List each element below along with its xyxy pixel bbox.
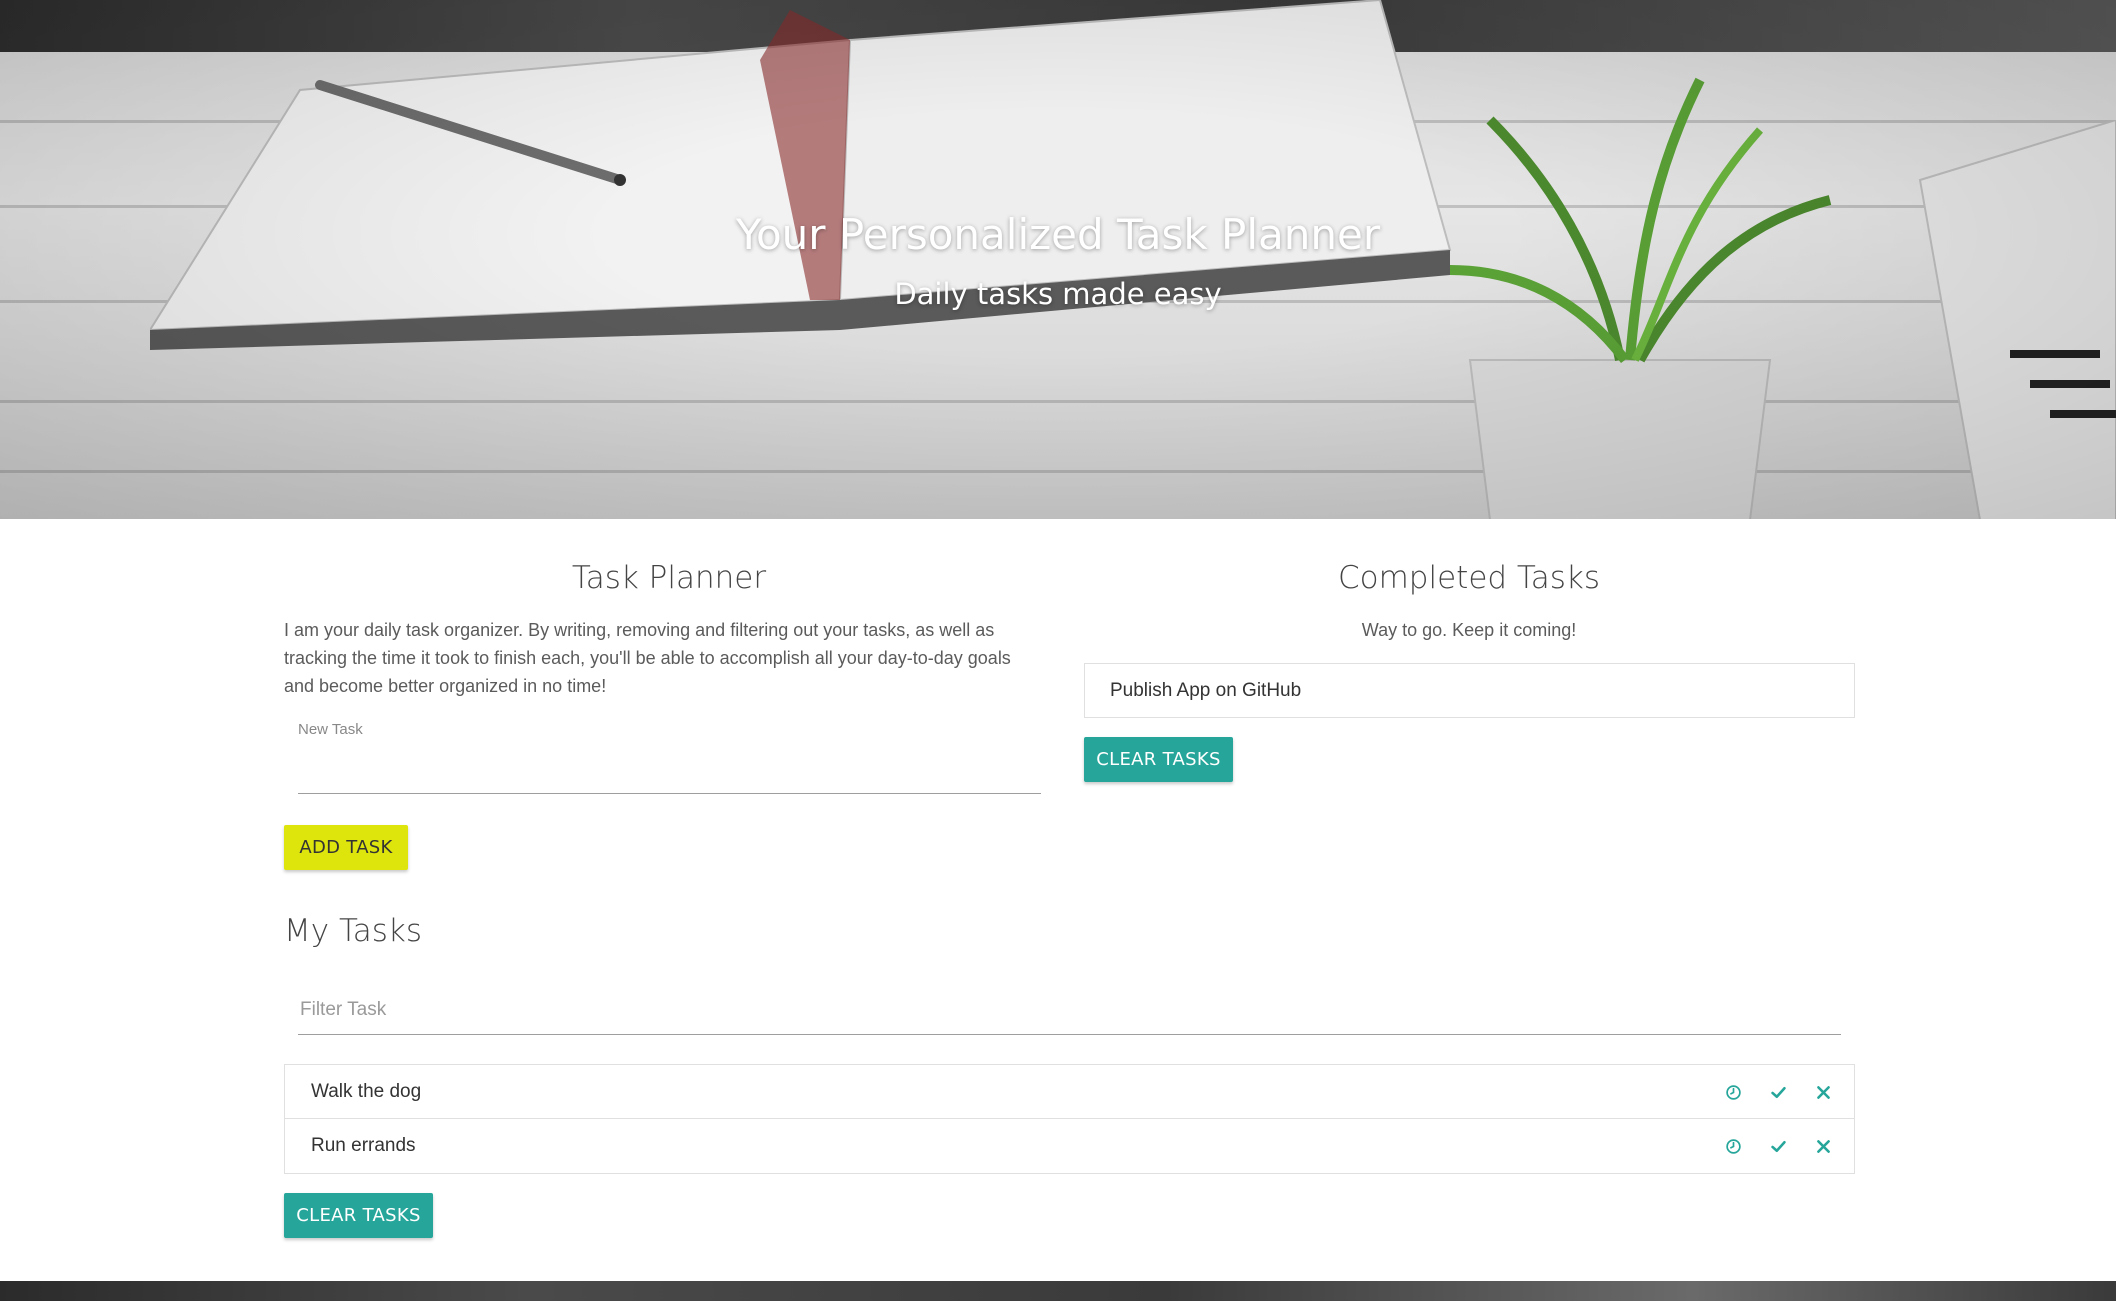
completed-tasks-subtitle: Way to go. Keep it coming! <box>1361 620 1577 640</box>
footer-banner <box>0 1281 2116 1301</box>
my-tasks-title: My Tasks <box>284 913 423 949</box>
add-task-button[interactable]: ADD TASK <box>284 825 408 870</box>
task-planner-title: Task Planner <box>571 560 767 596</box>
task-list: Walk the dog Run errands <box>284 1064 1855 1174</box>
hero-title: Your Personalized Task Planner <box>735 210 1381 259</box>
task-label: Walk the dog <box>311 1081 422 1102</box>
completed-tasks-title: Completed Tasks <box>1338 560 1600 596</box>
new-task-label: New Task <box>298 721 363 738</box>
completed-task-list: Publish App on GitHub <box>1084 663 1855 718</box>
filter-task-input[interactable] <box>298 985 1841 1035</box>
completed-task-item: Publish App on GitHub <box>1110 680 1302 701</box>
hero-subtitle: Daily tasks made easy <box>894 277 1222 311</box>
new-task-input[interactable] <box>298 752 1041 794</box>
check-icon[interactable] <box>1770 1084 1787 1101</box>
check-icon[interactable] <box>1770 1138 1787 1155</box>
hero-banner: Your Personalized Task Planner Daily tas… <box>0 0 2116 519</box>
clear-completed-tasks-button[interactable]: CLEAR TASKS <box>1084 737 1233 782</box>
close-icon[interactable] <box>1815 1084 1832 1101</box>
clock-icon[interactable] <box>1725 1138 1742 1155</box>
close-icon[interactable] <box>1815 1138 1832 1155</box>
clock-icon[interactable] <box>1725 1084 1742 1101</box>
task-list-item: Walk the dog <box>285 1065 1854 1119</box>
clear-tasks-button[interactable]: CLEAR TASKS <box>284 1193 433 1238</box>
task-label: Run errands <box>311 1135 416 1156</box>
task-planner-description: I am your daily task organizer. By writi… <box>284 620 1011 696</box>
task-list-item: Run errands <box>285 1119 1854 1173</box>
